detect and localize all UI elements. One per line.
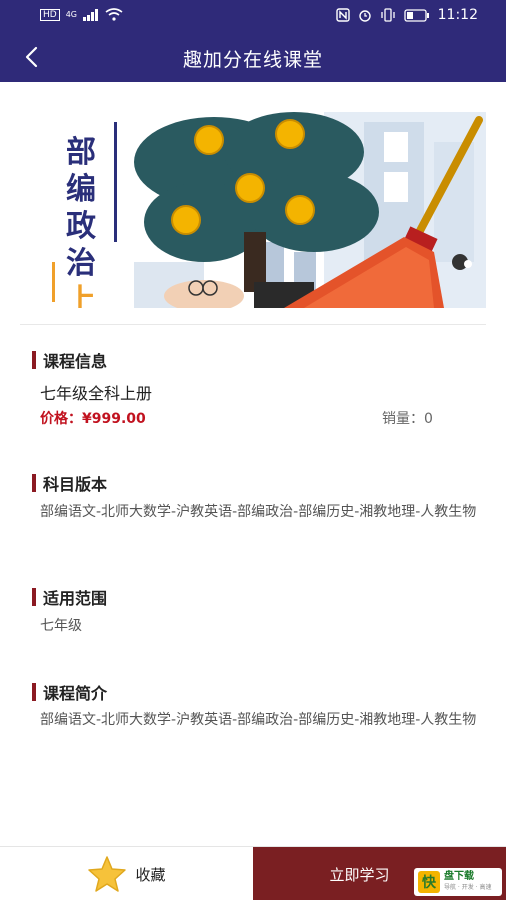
section-bar	[32, 351, 36, 369]
cover-title: 部 编 政 治 上	[66, 134, 106, 308]
watermark-text: 盘下载 导航 · 开发 · 高速	[444, 871, 491, 893]
nav-bar: 趣加分在线课堂	[0, 32, 506, 82]
status-time: 11:12	[437, 7, 478, 23]
scope-text: 七年级	[40, 618, 82, 634]
star-icon	[88, 856, 127, 892]
course-name: 七年级全科上册	[40, 384, 153, 403]
watermark-logo-icon: 快	[418, 871, 440, 893]
signal-icon	[83, 8, 98, 21]
course-price: 价格：¥999.00	[40, 411, 146, 427]
status-bar: HD 4G 11:12	[0, 0, 506, 32]
cover-char: 治	[66, 246, 96, 281]
section-label: 课程简介	[43, 684, 108, 703]
watermark-logo: 快 盘下载 导航 · 开发 · 高速	[414, 868, 502, 896]
section-divider	[20, 324, 486, 325]
favorite-label: 收藏	[135, 865, 166, 884]
banner-cover-text: 部 编 政 治 上	[20, 112, 132, 308]
cover-decor-line-accent	[52, 262, 55, 302]
cover-char: 部	[66, 135, 96, 170]
course-sales: 销量：0	[382, 411, 433, 427]
scope-heading: 适用范围	[32, 585, 107, 609]
start-study-label: 立即学习	[329, 865, 390, 884]
wifi-icon	[105, 8, 123, 21]
money-tree-illustration	[134, 112, 486, 308]
section-label: 适用范围	[43, 589, 108, 608]
battery-icon	[403, 8, 429, 22]
cover-char-highlight: 上	[66, 283, 96, 308]
page-title: 趣加分在线课堂	[182, 49, 323, 71]
subject-version-heading: 科目版本	[32, 471, 107, 495]
intro-text: 部编语文-北师大数学-沪教英语-部编政治-部编历史-湘教地理-人教生物	[40, 712, 477, 728]
intro-heading: 课程简介	[32, 680, 107, 704]
cover-decor-line	[114, 122, 117, 242]
watermark-name: 盘下载	[444, 871, 474, 882]
section-label: 课程信息	[43, 352, 108, 371]
hd-indicator: HD	[40, 8, 60, 21]
section-label: 科目版本	[43, 475, 108, 494]
favorite-button[interactable]: 收藏	[0, 847, 253, 900]
section-bar	[32, 588, 36, 606]
signal-label: 4G	[65, 10, 77, 19]
subject-version-text: 部编语文-北师大数学-沪教英语-部编政治-部编历史-湘教地理-人教生物	[40, 504, 477, 520]
course-info-heading: 课程信息	[32, 348, 107, 372]
watermark-sub: 导航 · 开发 · 高速	[444, 884, 492, 891]
status-right: 11:12	[335, 7, 478, 23]
section-bar	[32, 474, 36, 492]
nfc-icon	[335, 8, 350, 22]
bottom-action-bar: 收藏 立即学习 快 盘下载 导航 · 开发 · 高速	[0, 846, 506, 900]
alarm-icon	[358, 10, 371, 22]
section-bar	[32, 683, 36, 701]
cover-char: 政	[66, 209, 96, 244]
vibrate-icon	[380, 8, 395, 22]
course-banner: 部 编 政 治 上	[20, 112, 486, 308]
status-left: HD 4G	[40, 8, 123, 21]
cover-char: 编	[66, 172, 96, 207]
